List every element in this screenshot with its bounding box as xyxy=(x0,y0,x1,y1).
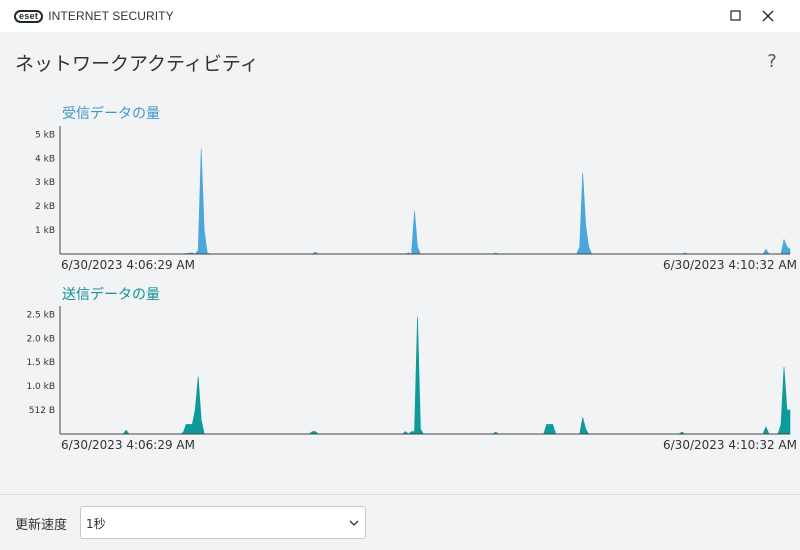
sent-area xyxy=(60,316,791,435)
eset-logo: eset INTERNET SECURITY xyxy=(14,9,174,23)
sent-y-tick-label: 2.0 kB xyxy=(26,334,55,344)
sent-data-chart: 2.5 kB 2.0 kB 1.5 kB 1.0 kB 512 B xyxy=(26,306,791,435)
sent-y-tick-label: 2.5 kB xyxy=(26,310,55,320)
app-name: INTERNET SECURITY xyxy=(48,9,174,23)
page-title: ネットワークアクティビティ xyxy=(15,53,259,75)
sent-x-end-label: 6/30/2023 4:10:32 AM xyxy=(663,438,797,452)
maximize-button[interactable] xyxy=(720,0,752,32)
refresh-rate-select[interactable]: 1秒 xyxy=(80,506,366,539)
maximize-icon xyxy=(730,10,741,21)
received-x-end-label: 6/30/2023 4:10:32 AM xyxy=(663,258,797,272)
received-y-tick-label: 3 kB xyxy=(35,178,55,188)
received-y-tick-label: 1 kB xyxy=(35,226,55,236)
sent-x-start-label: 6/30/2023 4:06:29 AM xyxy=(61,438,195,452)
chevron-down-icon xyxy=(349,520,359,526)
refresh-rate-value: 1秒 xyxy=(86,517,106,531)
sent-y-tick-label: 512 B xyxy=(29,406,55,416)
received-area xyxy=(60,148,791,255)
footer: 更新速度 1秒 xyxy=(0,494,800,550)
sent-chart-title: 送信データの量 xyxy=(62,287,160,303)
received-y-tick-label: 4 kB xyxy=(35,154,55,164)
close-button[interactable] xyxy=(752,0,784,32)
refresh-rate-label: 更新速度 xyxy=(15,518,68,533)
received-x-start-label: 6/30/2023 4:06:29 AM xyxy=(61,258,195,272)
received-y-tick-label: 5 kB xyxy=(35,130,55,140)
received-y-tick-label: 2 kB xyxy=(35,202,55,212)
received-data-chart: 5 kB 4 kB 3 kB 2 kB 1 kB xyxy=(35,126,791,255)
help-button[interactable]: ? xyxy=(762,51,782,72)
close-icon xyxy=(762,10,774,22)
title-bar: eset INTERNET SECURITY xyxy=(0,0,800,32)
received-chart-title: 受信データの量 xyxy=(62,106,160,122)
sent-y-tick-label: 1.0 kB xyxy=(26,382,55,392)
logo-badge: eset xyxy=(14,9,44,23)
sent-y-tick-label: 1.5 kB xyxy=(26,358,55,368)
